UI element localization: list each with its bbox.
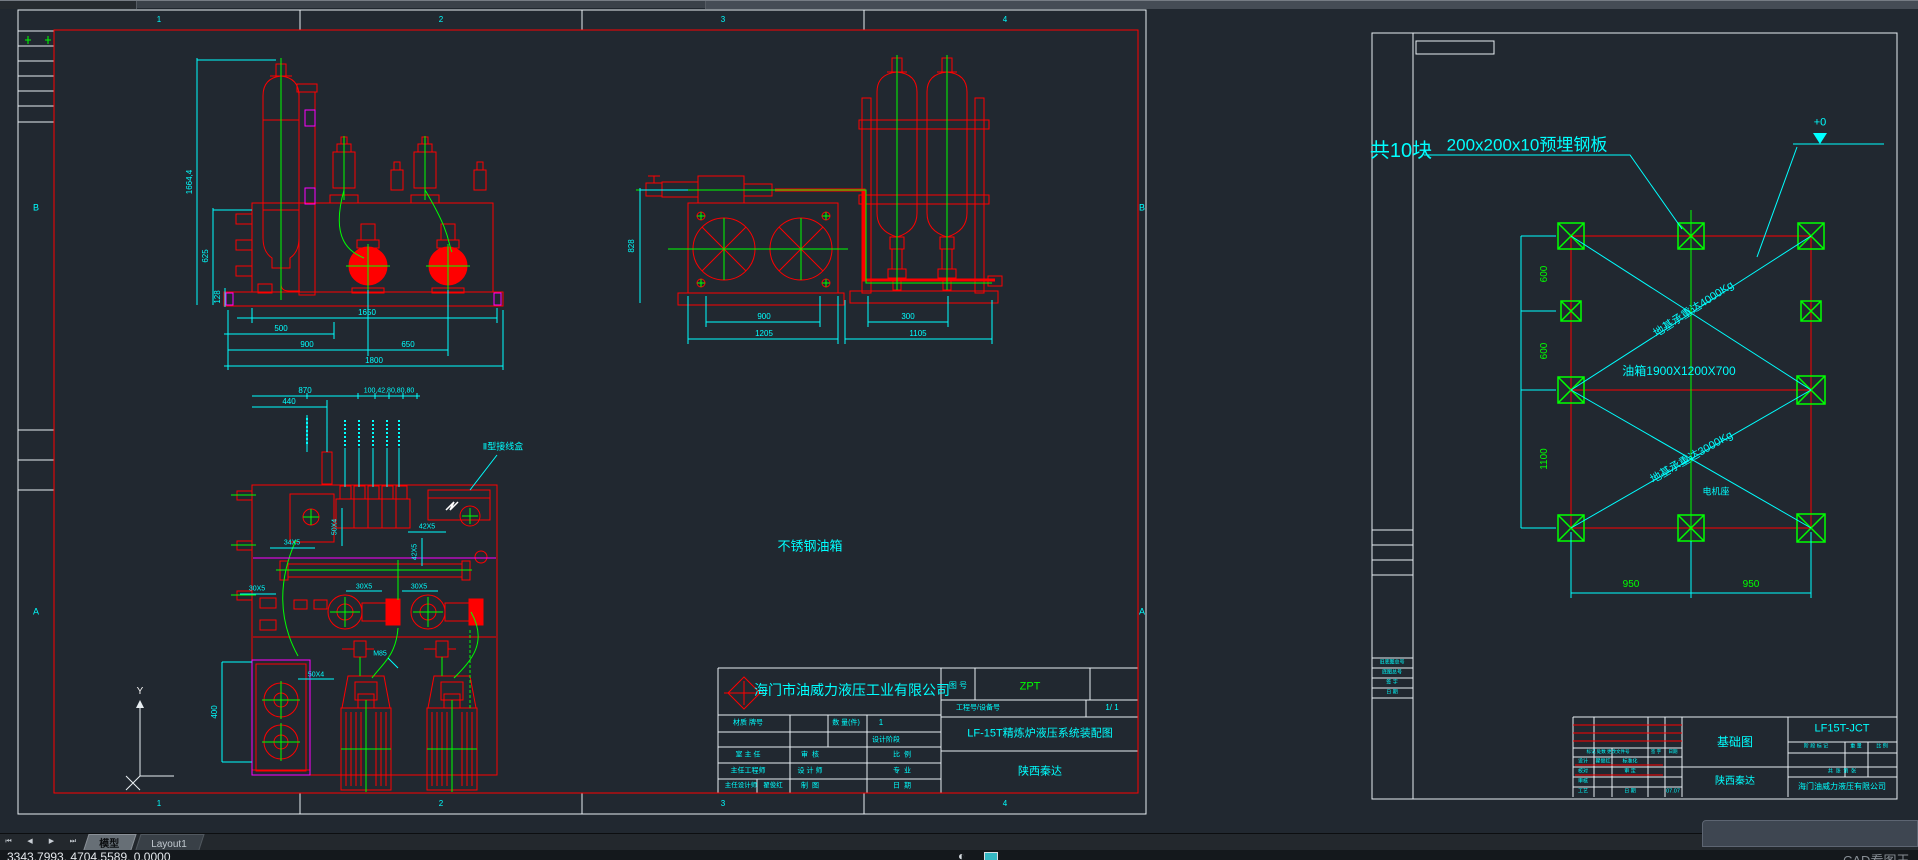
tab-model[interactable]: 模型 bbox=[83, 834, 137, 850]
top-strip-segment-right bbox=[705, 1, 1918, 9]
tab-nav-last-icon[interactable]: ⏭ bbox=[64, 834, 81, 850]
tab-nav-prev-icon[interactable]: ◀ bbox=[21, 834, 38, 850]
right-sheet-frame bbox=[1371, 32, 1898, 800]
window-top-strip bbox=[0, 0, 1918, 9]
app-watermark: CAD看图王 bbox=[1843, 850, 1909, 860]
cursor-coordinates: 3343.7993, 4704.5589, 0.0000 bbox=[7, 850, 171, 860]
tab-nav-next-icon[interactable]: ▶ bbox=[43, 834, 60, 850]
cad-drawing-canvas[interactable] bbox=[0, 0, 1918, 850]
tab-layout1[interactable]: Layout1 bbox=[135, 834, 205, 850]
left-sheet-frame bbox=[17, 9, 1147, 815]
fullscreen-monitor-icon[interactable] bbox=[984, 852, 998, 860]
brightness-toggle-icon[interactable]: ◐ bbox=[958, 850, 965, 860]
layout-tab-bar: ⏮ ◀ ▶ ⏭ 模型 Layout1 bbox=[0, 833, 1918, 850]
top-strip-segment-left bbox=[0, 1, 137, 9]
bottom-right-panel[interactable] bbox=[1702, 820, 1918, 847]
foundation-plan-plates bbox=[1557, 210, 1826, 545]
left-sheet-dimension-lines bbox=[196, 58, 993, 763]
status-bar: 3343.7993, 4704.5589, 0.0000 ◐ CAD看图王 bbox=[0, 850, 1918, 860]
tab-nav-first-icon[interactable]: ⏮ bbox=[0, 834, 17, 850]
left-sheet-green-linework bbox=[25, 36, 992, 792]
